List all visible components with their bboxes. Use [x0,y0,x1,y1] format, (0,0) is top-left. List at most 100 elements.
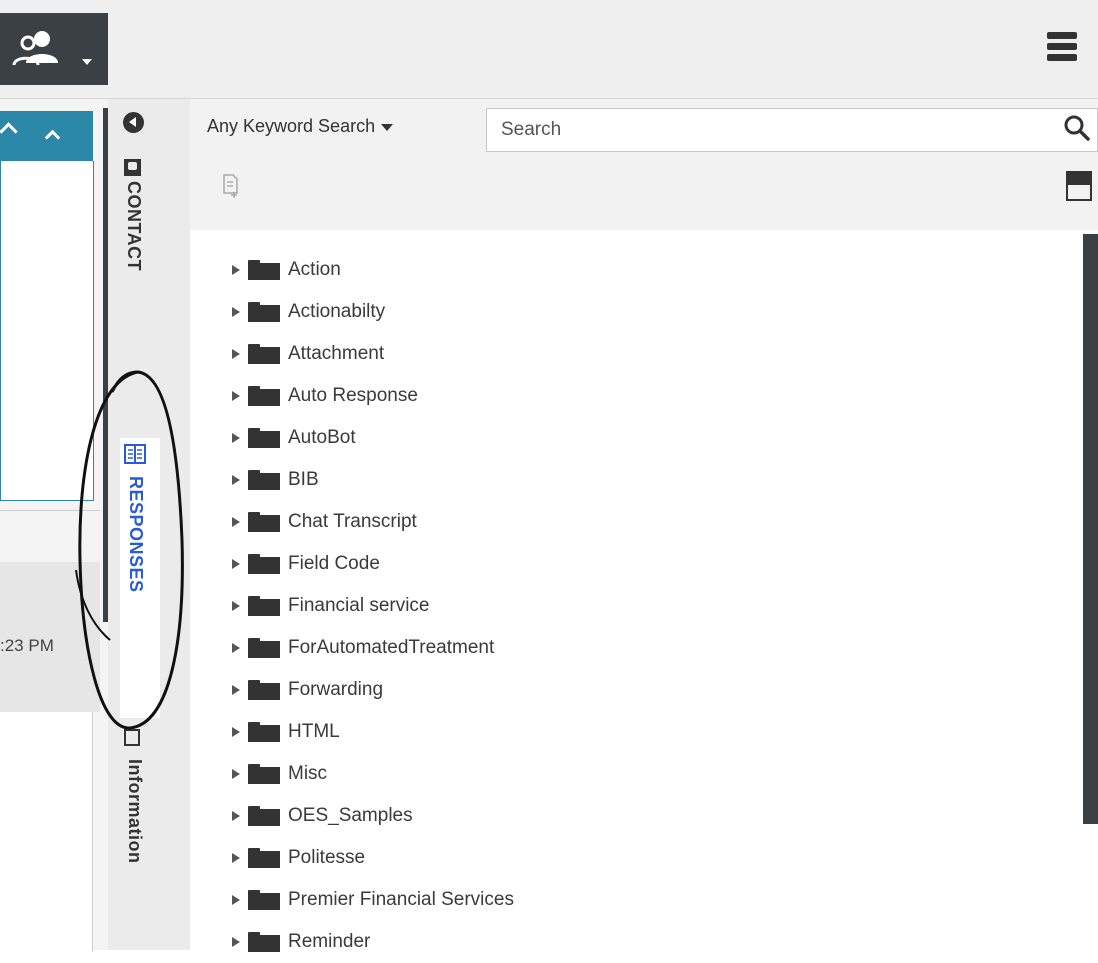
folder-icon [248,722,280,742]
folder-item[interactable]: Attachment [232,333,514,375]
folder-icon [248,512,280,532]
folder-icon [248,470,280,490]
folder-label: Auto Response [288,385,418,406]
folder-label: Forwarding [288,679,384,700]
folder-label: OES_Samples [288,805,413,826]
expand-arrow-icon[interactable] [232,853,240,863]
folder-label: AutoBot [288,427,356,448]
expand-arrow-icon[interactable] [232,727,240,737]
expand-arrow-icon[interactable] [232,391,240,401]
expand-arrow-icon[interactable] [232,685,240,695]
expand-arrow-icon[interactable] [232,601,240,611]
folder-item[interactable]: Politesse [232,837,514,879]
folder-label: Action [288,259,341,280]
expand-arrow-icon[interactable] [232,643,240,653]
folder-label: ForAutomatedTreatment [288,637,495,658]
top-toolbar [0,0,1098,99]
chevron-down-icon [82,59,92,65]
folder-icon [248,680,280,700]
folder-label: Financial service [288,595,430,616]
message-body [0,712,93,952]
search-icon[interactable] [1064,115,1090,141]
expand-arrow-icon[interactable] [232,307,240,317]
folder-item[interactable]: Forwarding [232,669,514,711]
folder-label: Attachment [288,343,385,364]
expand-arrow-icon[interactable] [232,475,240,485]
folder-item[interactable]: AutoBot [232,417,514,459]
responses-panel: Any Keyword Search Action Actionabilty Att… [190,99,1098,952]
expand-arrow-icon[interactable] [232,349,240,359]
expand-arrow-icon[interactable] [232,517,240,527]
folder-item[interactable]: Financial service [232,585,514,627]
folder-icon [248,554,280,574]
vertical-scrollbar[interactable] [1083,234,1098,824]
responses-toolbar: Any Keyword Search [190,99,1098,230]
tab-responses[interactable]: RESPONSES [120,438,160,718]
expand-arrow-icon[interactable] [232,559,240,569]
chevron-up-icon[interactable] [0,122,18,141]
folder-label: BIB [288,469,319,490]
folder-item[interactable]: Action [232,249,514,291]
tab-information[interactable]: Information [120,727,160,957]
expand-arrow-icon[interactable] [232,811,240,821]
folder-label: Actionabilty [288,301,386,322]
folder-item[interactable]: Reminder [232,921,514,963]
folder-icon [248,260,280,280]
folder-icon [248,638,280,658]
interaction-details-pane [0,161,94,501]
side-tab-bar: CONTACT RESPONSES Information [108,99,190,950]
folder-item[interactable]: OES_Samples [232,795,514,837]
folder-item[interactable]: Chat Transcript [232,501,514,543]
expand-arrow-icon[interactable] [232,769,240,779]
folder-item[interactable]: Actionabilty [232,291,514,333]
expand-arrow-icon[interactable] [232,895,240,905]
expand-arrow-icon[interactable] [232,433,240,443]
folder-item[interactable]: HTML [232,711,514,753]
folder-label: Premier Financial Services [288,889,514,910]
folder-icon [248,848,280,868]
folder-label: Politesse [288,847,366,868]
folder-icon [248,386,280,406]
folder-icon [248,890,280,910]
tab-contact-label: CONTACT [124,181,144,272]
folder-item[interactable]: Premier Financial Services [232,879,514,921]
folder-label: Field Code [288,553,380,574]
agent-status-button[interactable] [0,13,108,85]
add-to-reply-icon[interactable] [222,173,240,199]
folder-item[interactable]: ForAutomatedTreatment [232,627,514,669]
search-mode-label: Any Keyword Search [207,116,376,136]
folder-icon [248,764,280,784]
folder-icon [248,806,280,826]
search-input[interactable] [486,108,1098,152]
book-icon [124,444,146,464]
tab-contact[interactable]: CONTACT [108,159,148,389]
panel-header [0,111,93,161]
collapse-left-icon[interactable] [123,112,144,133]
folder-icon [248,596,280,616]
folder-icon [248,932,280,952]
folder-label: Chat Transcript [288,511,417,532]
tab-information-label: Information [125,759,145,864]
collapse-up-icon[interactable] [44,129,61,146]
expand-arrow-icon[interactable] [232,937,240,947]
divider [0,510,100,511]
contact-card-icon [124,159,141,176]
folder-icon [248,344,280,364]
folder-item[interactable]: BIB [232,459,514,501]
search-mode-dropdown[interactable]: Any Keyword Search [207,116,394,137]
information-icon [124,729,140,746]
folder-item[interactable]: Auto Response [232,375,514,417]
agent-status-icon [12,31,58,66]
message-timestamp: :23 PM [0,636,54,655]
hamburger-icon[interactable] [1047,32,1077,68]
interaction-panel: :23 PM [0,99,108,952]
folder-label: HTML [288,721,340,742]
caret-down-icon [381,123,394,131]
split-view-icon[interactable] [1066,171,1092,201]
expand-arrow-icon[interactable] [232,265,240,275]
folder-label: Misc [288,763,328,784]
folder-icon [248,302,280,322]
folder-item[interactable]: Misc [232,753,514,795]
tab-responses-label: RESPONSES [126,476,146,593]
folder-item[interactable]: Field Code [232,543,514,585]
